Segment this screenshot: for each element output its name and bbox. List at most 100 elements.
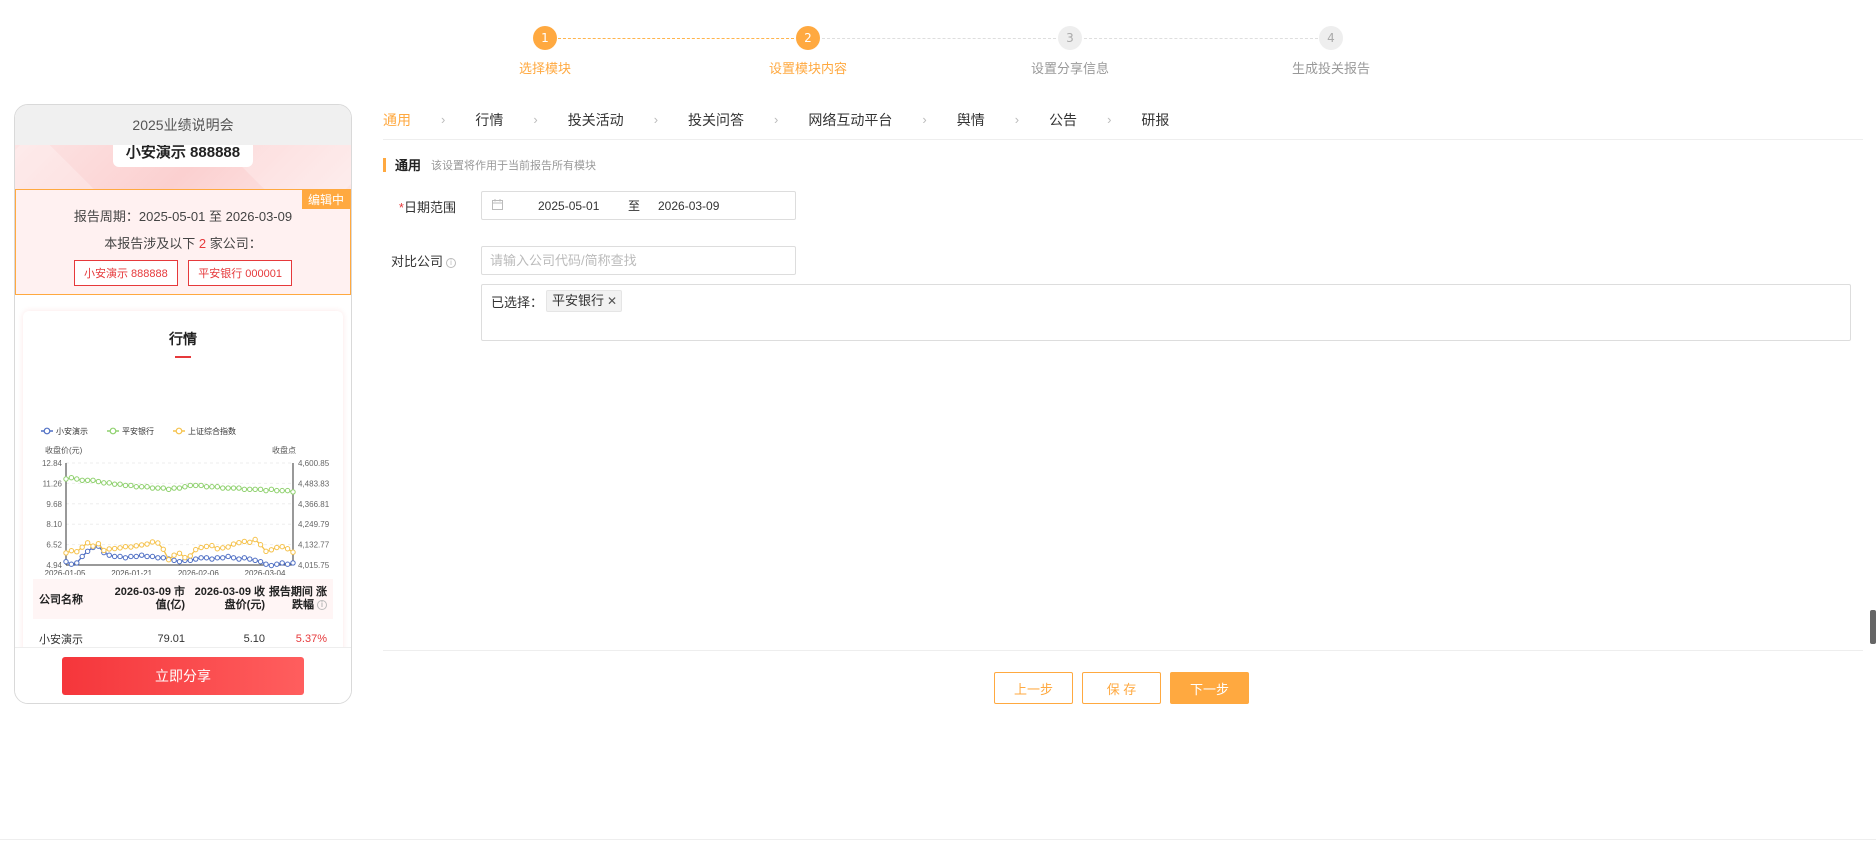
price-chart: 小安演示 平安银行 上证综合指数收盘价(元) 收盘点 12.84 4,600.85 11.2… (41, 426, 330, 575)
preview-company-name: 小安演示 888888 (113, 145, 253, 167)
y-tick-right: 4,366.81 (298, 500, 330, 509)
data-point (74, 549, 80, 555)
y-axis-right-title: 收盘点 (272, 445, 296, 455)
data-point (284, 561, 291, 567)
calendar-icon (492, 198, 506, 213)
data-point (117, 553, 123, 560)
data-point (252, 557, 258, 564)
data-point (230, 541, 237, 547)
data-point (149, 485, 156, 491)
tab-ir-qa[interactable]: 投关问答 (688, 108, 744, 140)
step-2-number: 2 (796, 26, 820, 50)
data-point (68, 547, 75, 554)
compare-company-search-input[interactable] (481, 246, 796, 275)
share-button[interactable]: 立即分享 (62, 657, 304, 695)
chevron-right-icon: › (1014, 112, 1020, 127)
step-progress: 1 选择模块 2 设置模块内容 3 设置分享信息 4 生成投关报告 (0, 26, 1876, 86)
close-icon[interactable]: ✕ (607, 294, 617, 308)
tab-interactive-platform[interactable]: 网络互动平台 (808, 108, 892, 140)
y-tick-left: 12.84 (42, 459, 63, 468)
data-point (101, 480, 107, 486)
involve-prefix: 本报告涉及以下 (104, 236, 199, 251)
data-point (63, 476, 69, 482)
date-start[interactable]: 2025-05-01 (538, 199, 628, 213)
page-root: 1 选择模块 2 设置模块内容 3 设置分享信息 4 生成投关报告 2025业绩… (0, 0, 1876, 841)
y-axis-left-title: 收盘价(元) (45, 445, 83, 455)
data-point (274, 561, 280, 567)
data-point (187, 482, 194, 489)
data-point (144, 484, 150, 490)
report-info-module[interactable]: 编辑中 报告周期：2025-05-01 至 2026-03-09 本报告涉及以下… (15, 189, 351, 295)
tab-research[interactable]: 研报 (1141, 108, 1169, 140)
y-tick-right: 4,249.79 (298, 520, 330, 529)
save-button[interactable]: 保 存 (1082, 672, 1161, 704)
data-point (79, 553, 85, 560)
step-1-number: 1 (533, 26, 557, 50)
data-point (247, 539, 253, 545)
data-point (279, 487, 285, 494)
market-card[interactable]: 行情 小安演示 平安银行 上证综合指数 收盘价(元) 收盘点 12.84 4,600.85 1… (23, 311, 343, 671)
chevron-right-icon: › (922, 112, 927, 127)
y-tick-left: 6.52 (46, 541, 62, 550)
data-point (68, 475, 75, 481)
date-range-picker[interactable]: 2025-05-01 至 2026-03-09 (481, 191, 796, 220)
market-card-title: 行情 (169, 331, 197, 347)
data-point (198, 544, 204, 551)
data-point (279, 560, 285, 566)
data-point (149, 539, 156, 545)
step-3[interactable]: 3 设置分享信息 (1015, 26, 1125, 77)
data-point (122, 482, 129, 489)
data-point (171, 552, 177, 558)
data-point (263, 487, 269, 494)
info-icon[interactable]: i (317, 600, 327, 610)
data-point (193, 482, 199, 489)
data-point (160, 546, 166, 552)
info-icon[interactable]: i (446, 258, 456, 268)
data-point (84, 540, 91, 546)
cell-close-price: 5.10 (243, 632, 265, 645)
data-point (101, 547, 107, 554)
table-header: 公司名称 2026-03-09 市值(亿) 2026-03-09 收盘价(元) … (33, 579, 333, 619)
tab-announcements[interactable]: 公告 (1049, 108, 1077, 140)
data-point (193, 556, 199, 562)
step-3-number: 3 (1058, 26, 1082, 50)
chevron-right-icon: › (774, 112, 779, 127)
data-point (236, 556, 242, 562)
date-end[interactable]: 2026-03-09 (658, 199, 748, 213)
data-point (79, 544, 85, 550)
data-point (198, 482, 204, 489)
data-point (160, 555, 166, 561)
page-bottom-divider (0, 839, 1876, 840)
tab-public-opinion[interactable]: 舆情 (957, 108, 985, 140)
step-3-label: 设置分享信息 (1030, 61, 1109, 76)
compare-company-label-text: 对比公司 (390, 254, 443, 269)
tab-general[interactable]: 通用 (383, 108, 411, 140)
data-point (95, 540, 102, 547)
chevron-right-icon: › (653, 112, 659, 127)
step-1[interactable]: 1 选择模块 (490, 26, 600, 77)
step-4-number: 4 (1319, 26, 1343, 50)
data-point (187, 557, 194, 564)
step-2[interactable]: 2 设置模块内容 (753, 26, 863, 77)
tab-market[interactable]: 行情 (475, 108, 503, 140)
date-separator: 至 (628, 199, 641, 213)
next-step-button[interactable]: 下一步 (1170, 672, 1249, 704)
data-point (209, 484, 215, 490)
preview-title: 2025业绩说明会 (15, 105, 351, 145)
scrollbar-thumb[interactable] (1870, 610, 1876, 644)
data-point (220, 545, 226, 551)
data-point (117, 545, 123, 551)
data-point (106, 552, 112, 558)
data-point (111, 545, 118, 552)
step-4[interactable]: 4 生成投关报告 (1276, 26, 1386, 77)
previous-step-button[interactable]: 上一步 (994, 672, 1073, 704)
y-tick-right: 4,015.75 (298, 561, 330, 570)
tab-ir-activity[interactable]: 投关活动 (568, 108, 624, 140)
module-tabs: 通用 › 行情 › 投关活动 › 投关问答 › 网络互动平台 › 舆情 › 公告… (383, 108, 1863, 140)
data-point (209, 556, 215, 562)
step-1-label: 选择模块 (518, 61, 571, 76)
y-tick-right: 4,600.85 (298, 459, 330, 468)
data-point (111, 481, 118, 487)
company-tags: 小安演示 888888 平安银行 000001 (16, 260, 350, 286)
y-tick-left: 11.26 (43, 479, 63, 488)
